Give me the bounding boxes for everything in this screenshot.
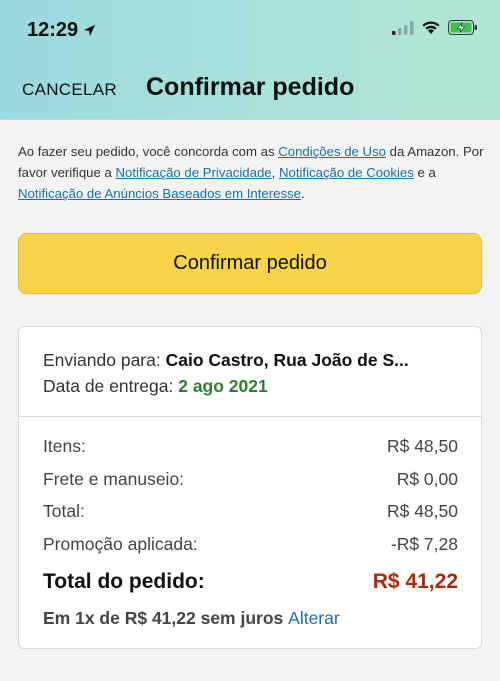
row-value: R$ 0,00 <box>396 468 458 489</box>
installment-text: Em 1x de R$ 41,22 sem juros <box>43 608 289 628</box>
delivery-date-label: Data de entrega: <box>43 376 179 396</box>
order-total-label: Total do pedido: <box>43 570 205 593</box>
status-time: 12:29 <box>27 19 96 42</box>
delivery-date-value: 2 ago 2021 <box>178 376 268 396</box>
notice-text: Ao fazer seu pedido, você concorda com a… <box>18 144 279 159</box>
ship-to-line: Enviando para: Caio Castro, Rua João de … <box>43 347 463 373</box>
battery-charging-icon <box>448 20 477 35</box>
cancel-button[interactable]: CANCELAR <box>22 80 117 100</box>
location-arrow-icon <box>84 24 96 37</box>
row-label: Promoção aplicada: <box>43 533 198 554</box>
confirm-order-button[interactable]: Confirmar pedido <box>18 233 482 294</box>
summary-row-items: Itens: R$ 48,50 <box>43 433 458 466</box>
summary-row-total: Total: R$ 48,50 <box>43 498 458 531</box>
terms-notice: Ao fazer seu pedido, você concorda com a… <box>18 141 484 204</box>
row-label: Frete e manuseio: <box>43 468 185 489</box>
notice-text: e a <box>413 165 436 180</box>
order-total-row: Total do pedido: R$ 41,22 <box>43 570 458 594</box>
cookies-notice-link[interactable]: Notificação de Cookies <box>279 165 414 180</box>
status-icons <box>392 20 478 35</box>
ship-to-address[interactable]: Caio Castro, Rua João de S... <box>166 350 409 370</box>
delivery-date-line: Data de entrega: 2 ago 2021 <box>43 373 463 399</box>
summary-rows: Itens: R$ 48,50 Frete e manuseio: R$ 0,0… <box>43 433 458 563</box>
installment-line: Em 1x de R$ 41,22 sem juros Alterar <box>43 608 340 629</box>
notice-text: , <box>271 165 279 180</box>
status-time-text: 12:29 <box>27 19 79 41</box>
row-value: R$ 48,50 <box>386 501 458 521</box>
order-total-value: R$ 41,22 <box>372 570 458 593</box>
divider <box>19 416 481 417</box>
row-label: Total: <box>43 501 85 521</box>
wifi-icon <box>422 21 440 34</box>
order-summary-card: Enviando para: Caio Castro, Rua João de … <box>18 326 482 649</box>
row-value: R$ 48,50 <box>386 436 458 456</box>
summary-row-shipping: Frete e manuseio: R$ 0,00 <box>43 466 458 499</box>
summary-row-promotion: Promoção aplicada: -R$ 7,28 <box>43 531 458 564</box>
privacy-notice-link[interactable]: Notificação de Privacidade <box>116 165 272 180</box>
cellular-signal-icon <box>392 20 414 35</box>
shipping-info: Enviando para: Caio Castro, Rua João de … <box>43 347 463 399</box>
row-value: -R$ 7,28 <box>390 533 458 554</box>
interest-based-ads-link[interactable]: Notificação de Anúncios Baseados em Inte… <box>18 186 301 201</box>
change-installment-link[interactable]: Alterar <box>288 608 340 628</box>
header-bar: 12:29 CANCELAR Confirmar pedido <box>0 0 500 120</box>
row-label: Itens: <box>43 436 86 456</box>
ship-to-label: Enviando para: <box>43 350 166 370</box>
page-title: Confirmar pedido <box>146 73 355 101</box>
terms-of-use-link[interactable]: Condições de Uso <box>278 144 386 159</box>
notice-text: . <box>300 186 305 201</box>
